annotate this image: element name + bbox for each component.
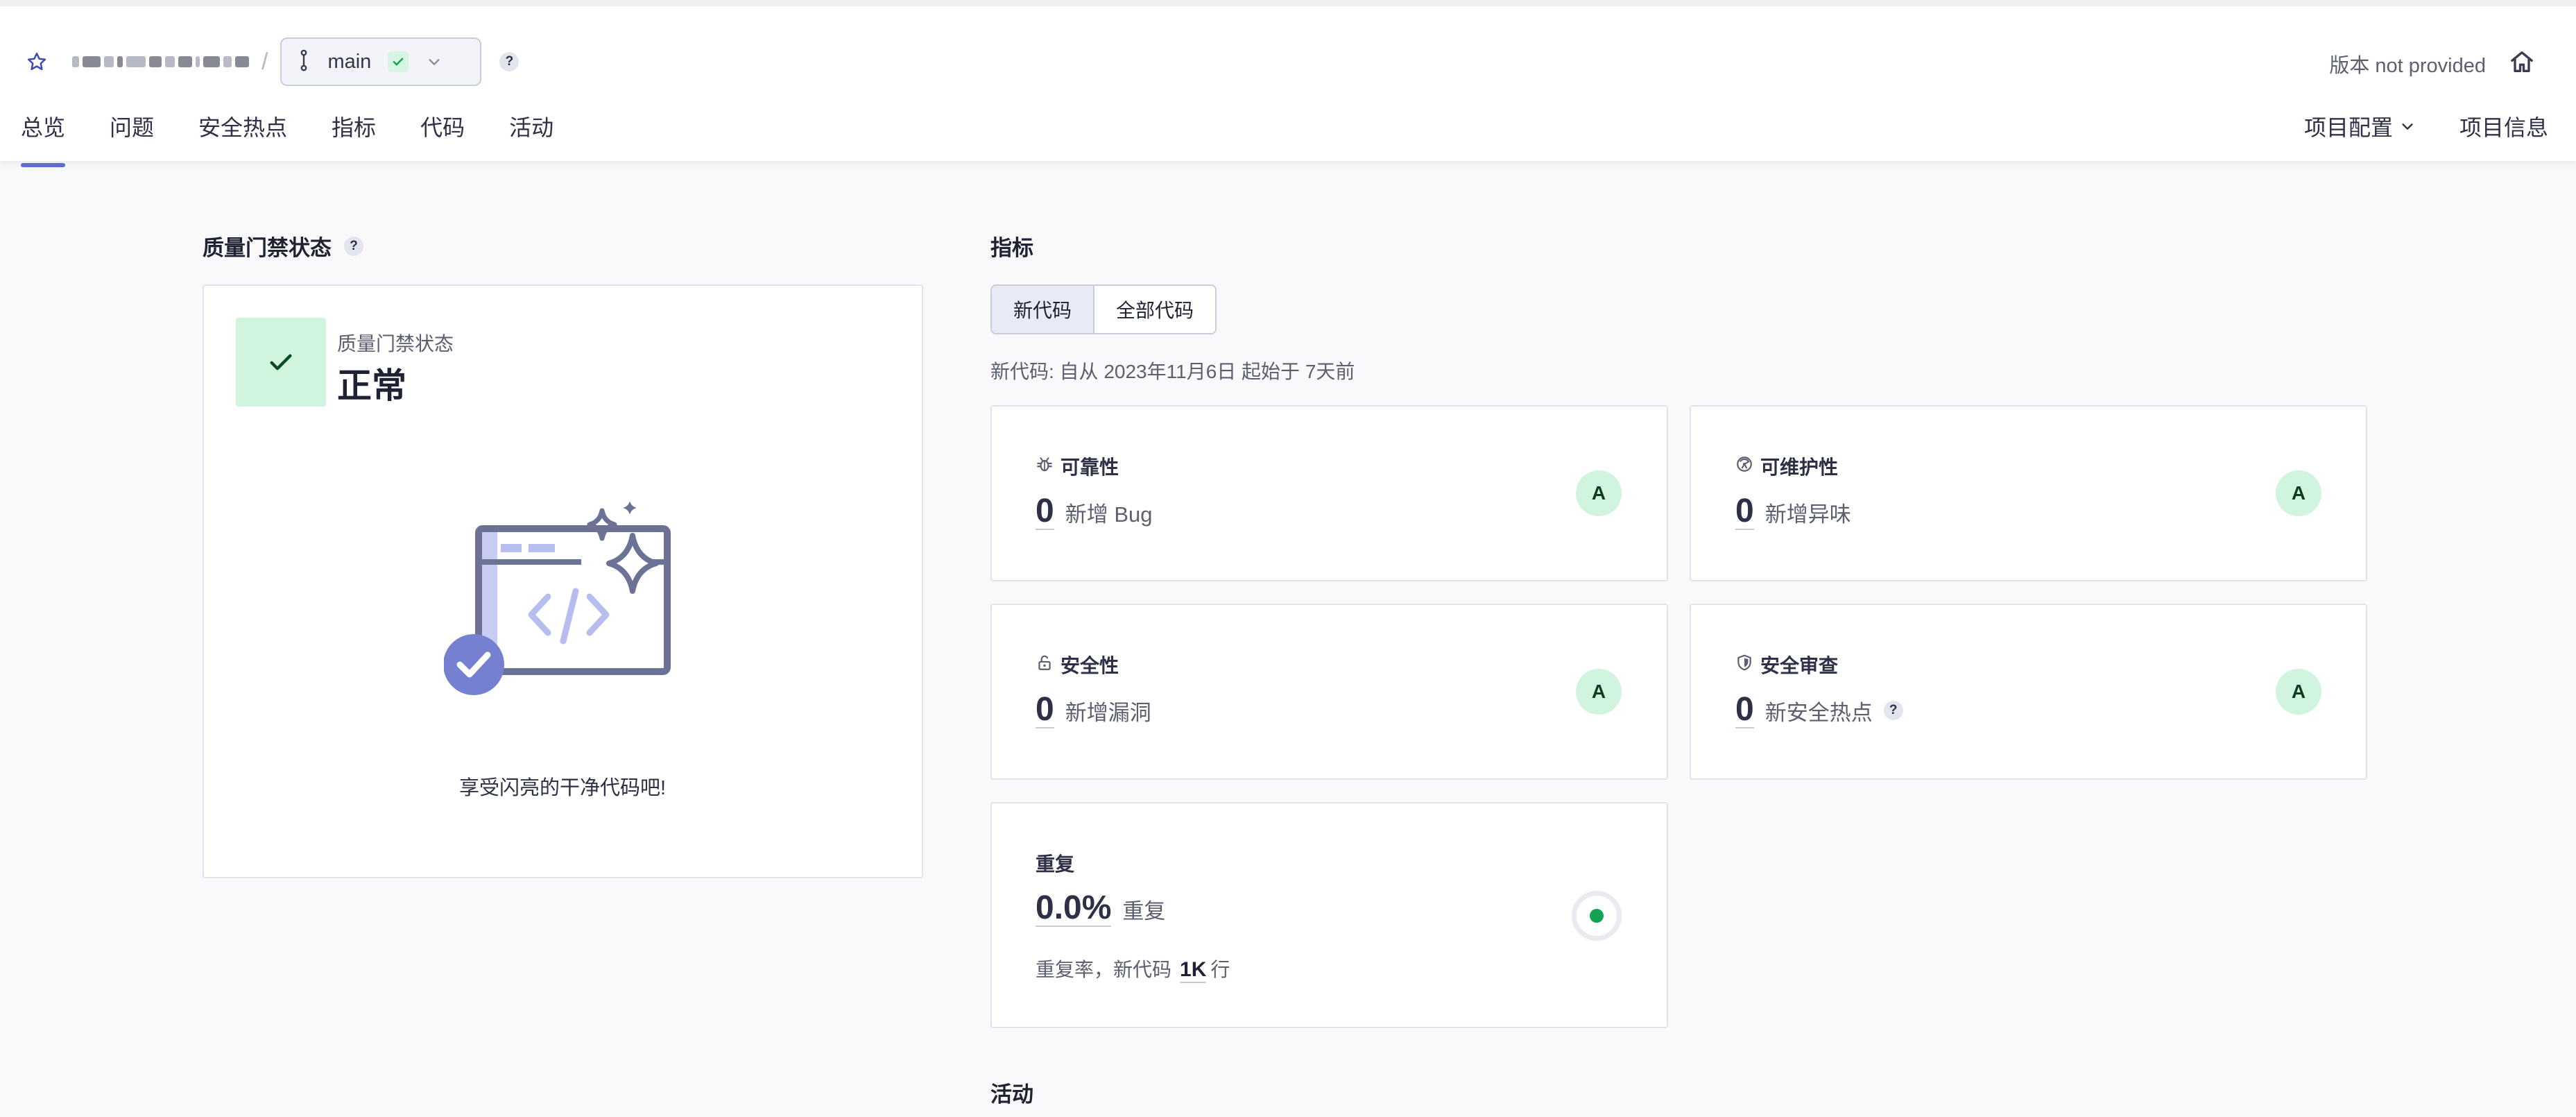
duplication-indicator[interactable] <box>1572 891 1622 941</box>
security-heading: 安全性 <box>1036 651 1119 679</box>
nav-tabs: 总览 问题 安全热点 指标 代码 活动 <box>21 110 598 167</box>
new-code-smells-label: 新增异味 <box>1764 502 1851 527</box>
duplication-heading: 重复 <box>1036 849 1074 877</box>
tab-issues[interactable]: 问题 <box>110 110 154 167</box>
duplication-sub-suffix: 行 <box>1210 959 1230 980</box>
new-code-period: 新代码: 自从 2023年11月6日 起始于 7天前 <box>990 361 1355 382</box>
bug-icon <box>1036 455 1054 478</box>
project-info-link[interactable]: 项目信息 <box>2459 110 2548 142</box>
security-title: 安全性 <box>1061 655 1119 676</box>
metrics-heading: 指标 <box>990 230 1033 262</box>
tab-security-hotspots[interactable]: 安全热点 <box>198 110 287 167</box>
duplication-subtext: 重复率，新代码 1K 行 <box>1036 955 1230 983</box>
reliability-card <box>990 405 1668 581</box>
maintainability-card <box>1690 405 2367 581</box>
new-vulnerabilities-label: 新增漏洞 <box>1065 701 1151 725</box>
breadcrumb-separator: / <box>261 48 268 75</box>
security-review-heading: 安全审查 <box>1735 651 1838 679</box>
reliability-heading: 可靠性 <box>1036 452 1119 480</box>
branch-icon <box>298 49 309 75</box>
reliability-value: 0 新增 Bug <box>1036 493 1153 531</box>
new-bugs-count[interactable]: 0 <box>1036 493 1054 531</box>
tab-overview[interactable]: 总览 <box>21 110 66 167</box>
project-config-label: 项目配置 <box>2303 115 2393 140</box>
new-security-hotspots-count[interactable]: 0 <box>1735 692 1754 729</box>
code-scope-toggle: 新代码 全部代码 <box>990 284 1217 334</box>
maintainability-value: 0 新增异味 <box>1735 493 1851 531</box>
code-smell-icon <box>1735 455 1753 478</box>
new-bugs-label: 新增 Bug <box>1065 502 1153 527</box>
home-icon[interactable] <box>2508 48 2536 76</box>
quality-gate-title: 质量门禁状态 <box>203 236 332 260</box>
new-security-hotspots-label: 新安全热点 <box>1764 701 1873 725</box>
security-card <box>990 604 1668 780</box>
security-review-value: 0 新安全热点 ? <box>1735 692 1903 729</box>
security-rating-badge[interactable]: A <box>1576 669 1622 715</box>
chevron-down-icon <box>2400 119 2415 134</box>
security-review-title: 安全审查 <box>1760 655 1839 676</box>
project-config-menu[interactable]: 项目配置 <box>2304 110 2415 142</box>
new-vulnerabilities-count[interactable]: 0 <box>1036 692 1054 729</box>
check-icon <box>236 318 326 407</box>
chevron-down-icon <box>427 54 442 69</box>
quality-gate-help-icon[interactable]: ? <box>344 236 363 256</box>
breadcrumb: / main ? <box>21 37 520 87</box>
duplication-title: 重复 <box>1036 853 1075 875</box>
duplication-status-dot <box>1590 909 1604 923</box>
security-hotspots-help-icon[interactable]: ? <box>1883 701 1903 721</box>
project-name-redacted[interactable] <box>72 51 249 72</box>
clean-code-illustration-icon <box>444 501 671 695</box>
shield-icon <box>1735 654 1753 676</box>
new-code-smells-count[interactable]: 0 <box>1735 493 1754 531</box>
activity-heading: 活动 <box>990 1082 1033 1107</box>
maintainability-heading: 可维护性 <box>1735 452 1838 480</box>
security-review-rating-badge[interactable]: A <box>2276 669 2321 715</box>
branch-help-icon[interactable]: ? <box>499 52 520 71</box>
project-menu: 项目配置 项目信息 <box>2304 110 2548 142</box>
tab-activity[interactable]: 活动 <box>509 110 553 167</box>
reliability-title: 可靠性 <box>1061 457 1119 478</box>
check-icon <box>388 51 409 72</box>
quality-gate-message: 享受闪亮的干净代码吧! <box>458 777 667 799</box>
tab-code[interactable]: 代码 <box>420 110 465 167</box>
quality-gate-label: 质量门禁状态 <box>337 333 454 355</box>
star-icon[interactable] <box>21 46 53 78</box>
new-lines-count[interactable]: 1K <box>1180 958 1207 983</box>
quality-gate-heading: 质量门禁状态 ? <box>203 230 363 262</box>
duplication-percentage[interactable]: 0.0% <box>1036 890 1112 928</box>
maintainability-title: 可维护性 <box>1760 457 1839 478</box>
metrics-title: 指标 <box>990 236 1033 260</box>
branch-name: main <box>327 50 372 73</box>
all-code-toggle-button[interactable]: 全部代码 <box>1094 286 1215 333</box>
duplication-sub-prefix: 重复率，新代码 <box>1036 959 1172 980</box>
top-bar: / main ? 版本 not provided 总览 问题 安全热点 指标 代… <box>0 0 2576 167</box>
duplication-value: 0.0% 重复 <box>1036 890 1166 928</box>
branch-selector[interactable]: main <box>280 37 482 86</box>
quality-gate-status: 正常 <box>337 366 406 405</box>
reliability-rating-badge[interactable]: A <box>1576 470 1622 516</box>
duplication-label: 重复 <box>1122 899 1166 923</box>
new-code-toggle-button[interactable]: 新代码 <box>992 286 1094 333</box>
security-review-card <box>1690 604 2367 780</box>
lock-icon <box>1036 654 1054 676</box>
security-value: 0 新增漏洞 <box>1036 692 1151 729</box>
maintainability-rating-badge[interactable]: A <box>2276 470 2321 516</box>
tab-measures[interactable]: 指标 <box>332 110 376 167</box>
version-label: 版本 not provided <box>2329 55 2486 77</box>
